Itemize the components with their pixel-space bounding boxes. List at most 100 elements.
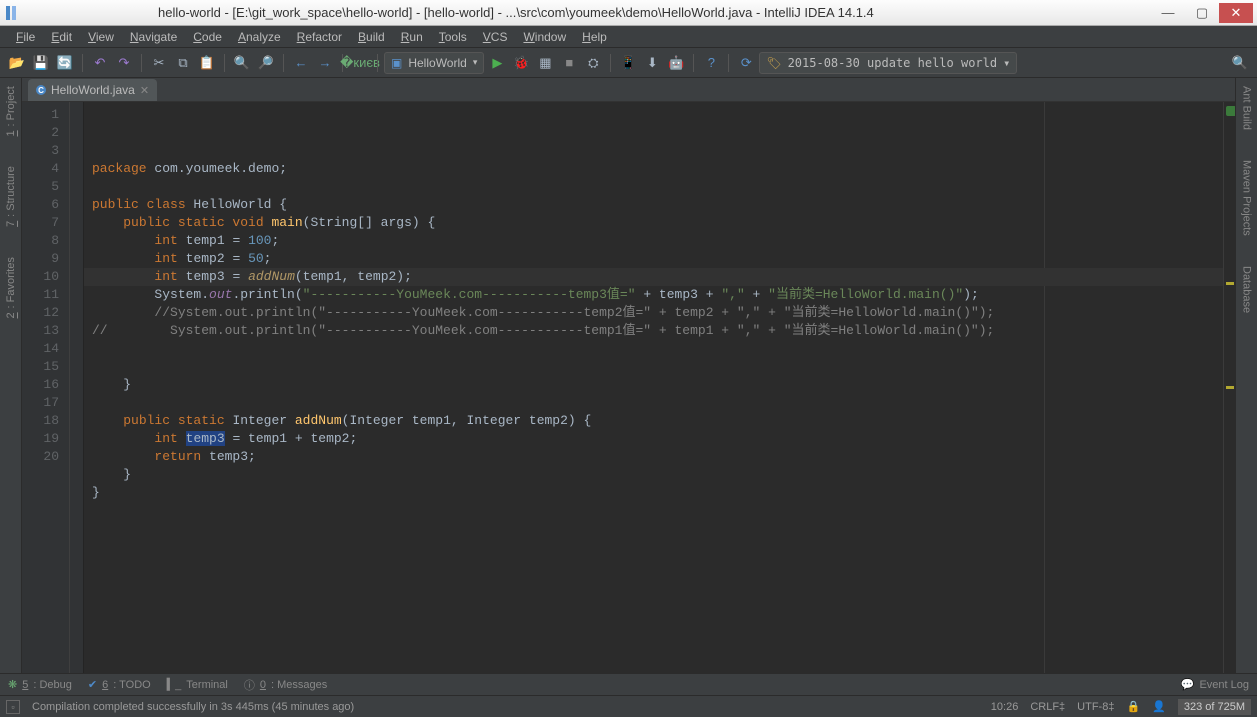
code-line[interactable] xyxy=(92,178,1215,196)
code-line[interactable]: int temp1 = 100; xyxy=(92,232,1215,250)
code-line[interactable] xyxy=(92,394,1215,412)
stop-icon[interactable]: ■ xyxy=(558,52,580,74)
undo-icon[interactable]: ↶ xyxy=(89,52,111,74)
redo-icon[interactable]: ↷ xyxy=(113,52,135,74)
menu-navigate[interactable]: Navigate xyxy=(122,28,185,46)
coverage-icon[interactable]: ▦ xyxy=(534,52,556,74)
code-line[interactable]: int temp3 = temp1 + temp2; xyxy=(92,430,1215,448)
menu-help[interactable]: Help xyxy=(574,28,615,46)
code-line[interactable]: } xyxy=(92,484,1215,502)
status-bar: ▫ Compilation completed successfully in … xyxy=(0,695,1257,717)
menu-run[interactable]: Run xyxy=(393,28,431,46)
tool-ant-build[interactable]: Ant Build xyxy=(1241,86,1253,130)
tool-terminal[interactable]: ▍_ Terminal xyxy=(167,678,228,691)
java-file-icon: C xyxy=(36,85,46,95)
avd-icon[interactable]: 📱 xyxy=(617,52,639,74)
menu-edit[interactable]: Edit xyxy=(43,28,80,46)
left-tool-strip: 1: Project 7: Structure 2: Favorites xyxy=(0,78,22,673)
right-tool-strip: Ant Build Maven Projects Database xyxy=(1235,78,1257,673)
build-icon[interactable]: �києв xyxy=(349,52,371,74)
inspections-icon[interactable]: 👤 xyxy=(1152,700,1166,713)
code-line[interactable]: } xyxy=(92,376,1215,394)
menu-view[interactable]: View xyxy=(80,28,122,46)
attach-icon[interactable]: ⛭ xyxy=(582,52,604,74)
main-toolbar: 📂 💾 🔄 ↶ ↷ ✂ ⧉ 📋 🔍 🔎 ← → �києв ▣ HelloWor… xyxy=(0,48,1257,78)
paste-icon[interactable]: 📋 xyxy=(196,52,218,74)
menu-file[interactable]: File xyxy=(8,28,43,46)
menu-build[interactable]: Build xyxy=(350,28,393,46)
debug-icon[interactable]: 🐞 xyxy=(510,52,532,74)
lock-icon[interactable]: 🔒 xyxy=(1126,700,1140,713)
vcs-update-icon[interactable]: ⟳ xyxy=(735,52,757,74)
sync-icon[interactable]: 🔄 xyxy=(54,52,76,74)
menu-refactor[interactable]: Refactor xyxy=(289,28,350,46)
menu-bar: FileEditViewNavigateCodeAnalyzeRefactorB… xyxy=(0,26,1257,48)
menu-code[interactable]: Code xyxy=(185,28,230,46)
code-line[interactable] xyxy=(92,358,1215,376)
code-line[interactable]: } xyxy=(92,466,1215,484)
editor-tab[interactable]: C HelloWorld.java ✕ xyxy=(28,79,157,101)
window-title: hello-world - [E:\git_work_space\hello-w… xyxy=(28,5,1151,20)
error-stripe[interactable] xyxy=(1223,102,1235,673)
run-icon[interactable]: ▶ xyxy=(486,52,508,74)
menu-analyze[interactable]: Analyze xyxy=(230,28,289,46)
code-line[interactable]: //System.out.println("-----------YouMeek… xyxy=(92,304,1215,322)
find-icon[interactable]: 🔍 xyxy=(231,52,253,74)
bottom-tool-strip: ❋ 5: Debug ✔ 6: TODO ▍_ Terminal ⓘ 0: Messa… xyxy=(0,673,1257,695)
tag-icon: 🏷 xyxy=(766,56,781,70)
search-everywhere-icon[interactable]: 🔍 xyxy=(1229,52,1251,74)
sdk-icon[interactable]: ⬇ xyxy=(641,52,663,74)
save-icon[interactable]: 💾 xyxy=(30,52,52,74)
android-icon[interactable]: 🤖 xyxy=(665,52,687,74)
minimize-button[interactable]: — xyxy=(1151,3,1185,23)
replace-icon[interactable]: 🔎 xyxy=(255,52,277,74)
tool-windows-toggle-icon[interactable]: ▫ xyxy=(6,700,20,714)
code-editor[interactable]: 1 2 3 4 5 6 7 8 9 10 11 12 13 14 15 16 1… xyxy=(22,102,1235,673)
run-config-icon: ▣ xyxy=(391,56,402,70)
tool-database[interactable]: Database xyxy=(1241,266,1253,313)
forward-icon[interactable]: → xyxy=(314,52,336,74)
code-line[interactable]: package com.youmeek.demo; xyxy=(92,160,1215,178)
tool-maven-projects[interactable]: Maven Projects xyxy=(1241,160,1253,236)
line-separator[interactable]: CRLF‡ xyxy=(1030,701,1065,713)
code-line[interactable] xyxy=(92,340,1215,358)
help-icon[interactable]: ? xyxy=(700,52,722,74)
open-icon[interactable]: 📂 xyxy=(6,52,28,74)
app-logo-icon xyxy=(4,4,22,22)
file-encoding[interactable]: UTF-8‡ xyxy=(1077,701,1114,713)
right-margin-line xyxy=(1044,102,1045,673)
chevron-down-icon: ▾ xyxy=(1003,56,1010,70)
copy-icon[interactable]: ⧉ xyxy=(172,52,194,74)
chevron-down-icon: ▾ xyxy=(473,57,478,68)
menu-window[interactable]: Window xyxy=(515,28,574,46)
close-button[interactable]: ✕ xyxy=(1219,3,1253,23)
menu-vcs[interactable]: VCS xyxy=(475,28,516,46)
code-line[interactable]: public class HelloWorld { xyxy=(92,196,1215,214)
vcs-changes-selector[interactable]: 🏷 2015-08-30 update hello world ▾ xyxy=(759,52,1017,74)
menu-tools[interactable]: Tools xyxy=(431,28,475,46)
code-line[interactable]: // System.out.println("-----------YouMee… xyxy=(92,322,1215,340)
code-line[interactable]: return temp3; xyxy=(92,448,1215,466)
code-line[interactable]: System.out.println("-----------YouMeek.c… xyxy=(92,286,1215,304)
code-line[interactable] xyxy=(92,502,1215,520)
tool-structure[interactable]: 7: Structure xyxy=(5,166,17,227)
close-tab-icon[interactable]: ✕ xyxy=(140,84,149,97)
tab-label: HelloWorld.java xyxy=(51,83,135,97)
tool-project[interactable]: 1: Project xyxy=(5,86,17,136)
tool-messages[interactable]: ⓘ 0: Messages xyxy=(244,677,327,693)
code-content[interactable]: package com.youmeek.demo; public class He… xyxy=(84,102,1223,673)
run-config-selector[interactable]: ▣ HelloWorld ▾ xyxy=(384,52,484,74)
memory-indicator[interactable]: 323 of 725M xyxy=(1178,699,1251,715)
main-area: 1: Project 7: Structure 2: Favorites C Hel… xyxy=(0,78,1257,673)
caret-position[interactable]: 10:26 xyxy=(991,701,1019,713)
code-line[interactable]: public static Integer addNum(Integer tem… xyxy=(92,412,1215,430)
tool-todo[interactable]: ✔ 6: TODO xyxy=(88,678,151,691)
maximize-button[interactable]: ▢ xyxy=(1185,3,1219,23)
code-line[interactable]: int temp2 = 50; xyxy=(92,250,1215,268)
tool-favorites[interactable]: 2: Favorites xyxy=(5,257,17,318)
cut-icon[interactable]: ✂ xyxy=(148,52,170,74)
back-icon[interactable]: ← xyxy=(290,52,312,74)
event-log[interactable]: 💬 Event Log xyxy=(1181,678,1249,691)
tool-debug[interactable]: ❋ 5: Debug xyxy=(8,678,72,691)
code-line[interactable]: public static void main(String[] args) { xyxy=(92,214,1215,232)
